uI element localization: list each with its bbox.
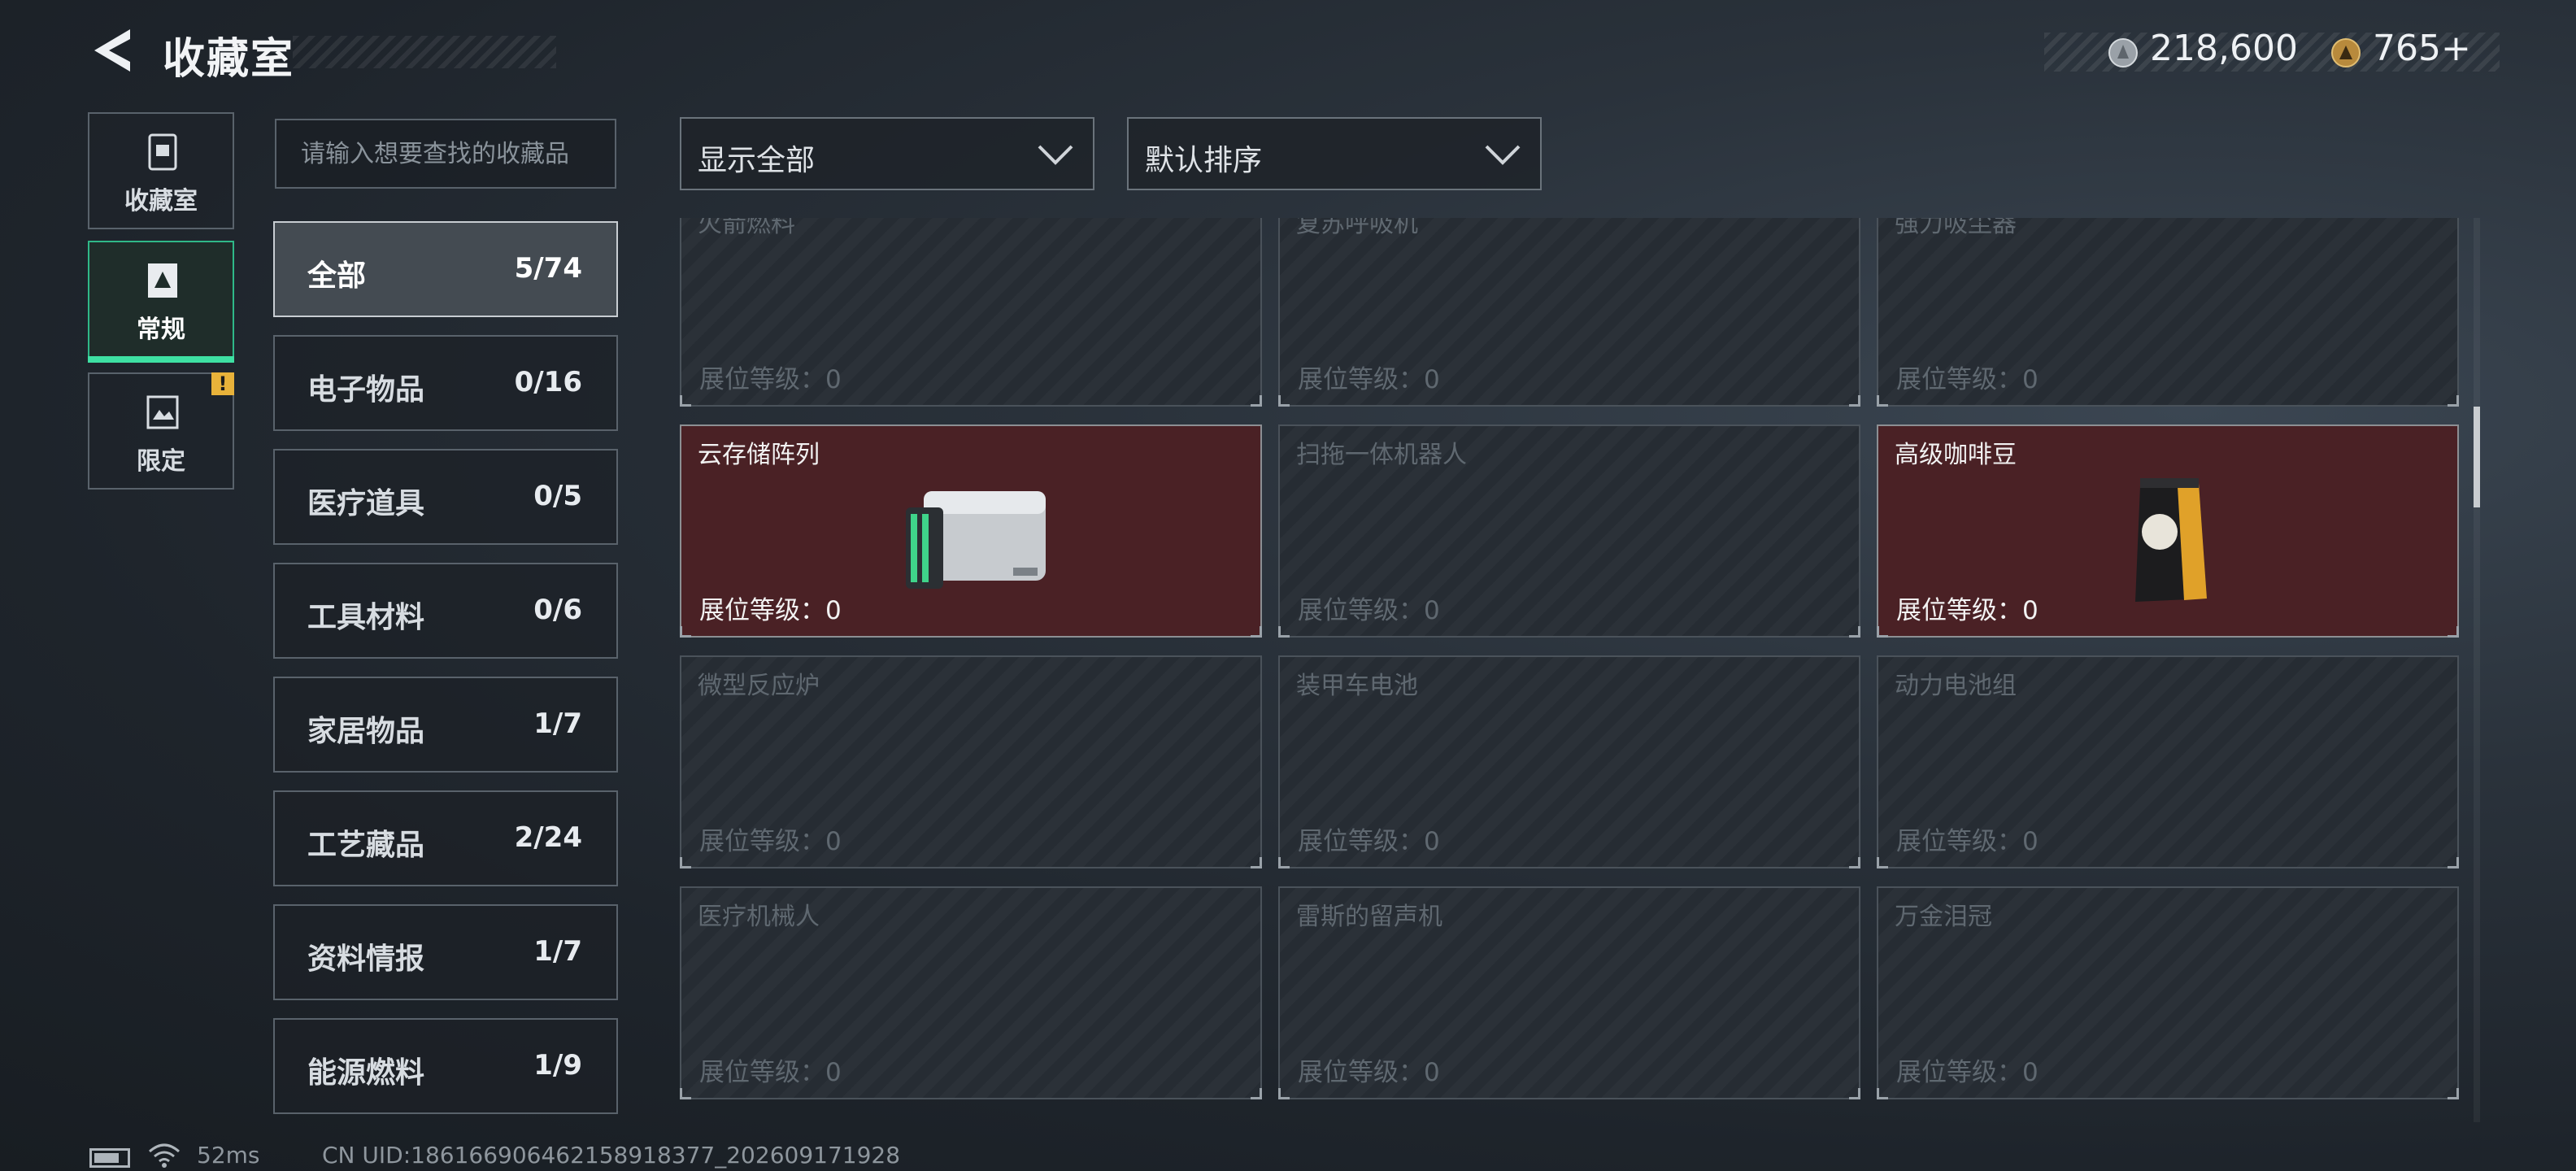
- collection-card[interactable]: 万金泪冠 展位等级：0: [1877, 886, 2459, 1099]
- limited-card-icon: [146, 395, 179, 429]
- card-name: 装甲车电池: [1296, 672, 1418, 700]
- sort-dropdown-label: 默认排序: [1145, 144, 1263, 177]
- nav-label: 收藏室: [124, 187, 198, 215]
- collection-card[interactable]: 火箭燃料 展位等级：0: [680, 218, 1262, 407]
- back-arrow-icon[interactable]: [88, 26, 137, 75]
- category-label: 工艺藏品: [307, 829, 425, 862]
- storage-array-icon: [906, 491, 1046, 589]
- category-medical[interactable]: 医疗道具 0/5: [273, 449, 618, 545]
- gold-triangle-coin-icon: [2331, 38, 2361, 67]
- coffee-bag-icon: [2135, 478, 2207, 602]
- card-name: 云存储阵列: [698, 441, 820, 469]
- category-label: 家居物品: [307, 715, 425, 748]
- card-level: 展位等级：0: [1896, 365, 2039, 394]
- card-level: 展位等级：0: [1896, 827, 2039, 856]
- active-indicator: [88, 356, 234, 363]
- category-all[interactable]: 全部 5/74: [273, 221, 618, 317]
- category-count: 0/5: [533, 480, 582, 512]
- currency-silver-value: 218,600: [2150, 28, 2298, 69]
- filter-dropdown[interactable]: 显示全部: [680, 117, 1094, 190]
- collection-room-icon: [148, 133, 177, 171]
- collection-card[interactable]: 装甲车电池 展位等级：0: [1278, 655, 1860, 868]
- nav-collection-room[interactable]: 收藏室: [88, 112, 234, 229]
- card-name: 高级咖啡豆: [1895, 441, 2017, 469]
- uid-readout: CN UID:18616690646215891837​7_2026091719…: [322, 1142, 901, 1169]
- title-decoration: [293, 36, 556, 68]
- category-label: 全部: [307, 259, 367, 293]
- card-level: 展位等级：0: [1298, 1058, 1440, 1087]
- category-label: 工具材料: [307, 601, 425, 634]
- collection-card[interactable]: 动力电池组 展位等级：0: [1877, 655, 2459, 868]
- card-name: 复苏呼吸机: [1296, 218, 1418, 238]
- collection-card[interactable]: 强力吸尘器 展位等级：0: [1877, 218, 2459, 407]
- category-count: 1/9: [533, 1049, 582, 1082]
- card-name: 雷斯的留声机: [1296, 903, 1442, 931]
- collection-grid: 火箭燃料 展位等级：0 复苏呼吸机 展位等级：0 强力吸尘器 展位等级：0 云存…: [680, 218, 2464, 1122]
- category-electronics[interactable]: 电子物品 0/16: [273, 335, 618, 431]
- nav-standard[interactable]: 常规: [88, 241, 234, 363]
- card-level: 展位等级：0: [699, 1058, 842, 1087]
- card-name: 万金泪冠: [1895, 903, 1992, 931]
- card-level: 展位等级：0: [1298, 596, 1440, 625]
- collection-card[interactable]: 扫拖一体机器人 展位等级：0: [1278, 424, 1860, 638]
- ping-readout: 52ms: [197, 1142, 260, 1169]
- battery-icon: [89, 1148, 130, 1168]
- card-name: 动力电池组: [1895, 672, 2017, 700]
- nav-label: 限定: [137, 447, 185, 476]
- card-level: 展位等级：0: [1298, 365, 1440, 394]
- card-level: 展位等级：0: [1896, 596, 2039, 625]
- card-level: 展位等级：0: [699, 365, 842, 394]
- grid-scroll-thumb[interactable]: [2474, 407, 2480, 507]
- sort-dropdown[interactable]: 默认排序: [1127, 117, 1542, 190]
- category-crafts[interactable]: 工艺藏品 2/24: [273, 790, 618, 886]
- nav-label: 常规: [137, 316, 185, 344]
- card-level: 展位等级：0: [1896, 1058, 2039, 1087]
- category-count: 0/16: [514, 366, 582, 398]
- chevron-down-icon: [1038, 145, 1073, 165]
- card-level: 展位等级：0: [699, 596, 842, 625]
- silver-coin-icon: [2108, 38, 2138, 67]
- wifi-icon: [149, 1143, 180, 1168]
- category-energy[interactable]: 能源燃料 1/9: [273, 1018, 618, 1114]
- card-name: 医疗机械人: [698, 903, 820, 931]
- collection-card[interactable]: 医疗机械人 展位等级：0: [680, 886, 1262, 1099]
- collection-card[interactable]: 雷斯的留声机 展位等级：0: [1278, 886, 1860, 1099]
- search-box[interactable]: [275, 119, 616, 189]
- category-intel[interactable]: 资料情报 1/7: [273, 904, 618, 1000]
- category-count: 1/7: [533, 707, 582, 740]
- new-badge: !: [211, 372, 234, 395]
- card-name: 强力吸尘器: [1895, 218, 2017, 238]
- filter-dropdown-label: 显示全部: [698, 144, 816, 177]
- category-count: 2/24: [514, 821, 582, 854]
- category-count: 1/7: [533, 935, 582, 968]
- category-label: 医疗道具: [307, 487, 425, 520]
- page-title: 收藏室: [163, 35, 295, 84]
- category-tools[interactable]: 工具材料 0/6: [273, 563, 618, 659]
- chevron-down-icon: [1485, 145, 1521, 165]
- currency-gold-value: 765+: [2373, 28, 2471, 69]
- standard-card-icon: [148, 263, 177, 298]
- collection-card[interactable]: 微型反应炉 展位等级：0: [680, 655, 1262, 868]
- card-name: 扫拖一体机器人: [1296, 441, 1467, 469]
- collection-card-owned[interactable]: 高级咖啡豆 展位等级：0: [1877, 424, 2459, 638]
- category-count: 0/6: [533, 594, 582, 626]
- card-level: 展位等级：0: [1298, 827, 1440, 856]
- category-household[interactable]: 家居物品 1/7: [273, 677, 618, 773]
- card-name: 火箭燃料: [698, 218, 795, 238]
- collection-card[interactable]: 复苏呼吸机 展位等级：0: [1278, 218, 1860, 407]
- category-label: 资料情报: [307, 942, 425, 976]
- category-label: 电子物品: [307, 373, 425, 407]
- card-level: 展位等级：0: [699, 827, 842, 856]
- category-count: 5/74: [514, 252, 582, 285]
- category-label: 能源燃料: [307, 1056, 425, 1090]
- collection-card-owned[interactable]: 云存储阵列 展位等级：0: [680, 424, 1262, 638]
- grid-scrollbar[interactable]: [2474, 218, 2480, 1122]
- search-input[interactable]: [276, 120, 615, 187]
- card-name: 微型反应炉: [698, 672, 820, 700]
